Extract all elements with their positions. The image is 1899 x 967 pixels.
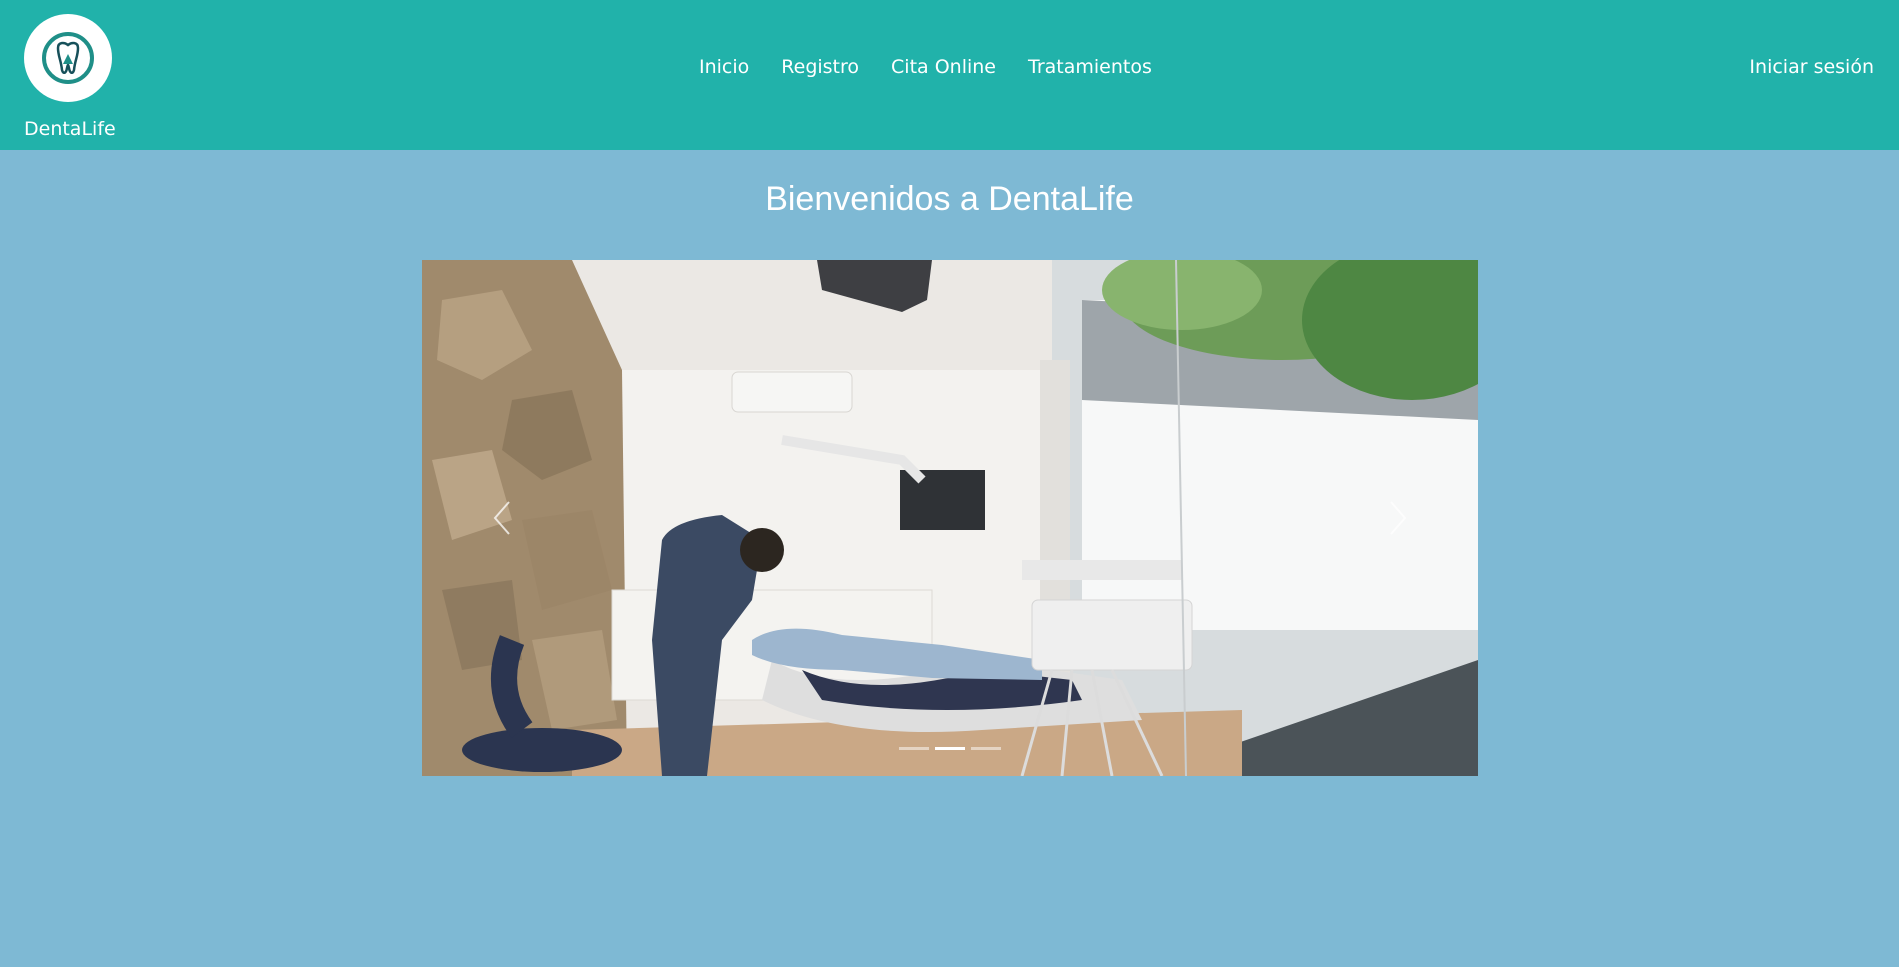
chevron-right-icon — [1390, 501, 1407, 535]
carousel-slide-image — [422, 260, 1478, 776]
nav-item-inicio[interactable]: Inicio — [699, 56, 749, 78]
carousel-indicator-2[interactable] — [935, 747, 965, 750]
carousel-next-button[interactable] — [1368, 478, 1428, 558]
chevron-left-icon — [493, 501, 510, 535]
nav-item-registro[interactable]: Registro — [781, 56, 859, 78]
main-nav: Inicio Registro Cita Online Tratamientos — [699, 56, 1184, 78]
brand-name[interactable]: DentaLife — [24, 118, 118, 140]
tooth-icon[interactable] — [24, 14, 112, 102]
carousel-indicator-1[interactable] — [899, 747, 929, 750]
carousel-prev-button[interactable] — [472, 478, 532, 558]
carousel-indicator-3[interactable] — [971, 747, 1001, 750]
page-title: Bienvenidos a DentaLife — [765, 180, 1134, 218]
login-link[interactable]: Iniciar sesión — [1749, 56, 1874, 78]
nav-item-cita-online[interactable]: Cita Online — [891, 56, 996, 78]
nav-item-tratamientos[interactable]: Tratamientos — [1028, 56, 1152, 78]
top-navbar: DentaLife Inicio Registro Cita Online Tr… — [0, 0, 1899, 150]
image-carousel[interactable] — [422, 260, 1478, 776]
brand[interactable]: DentaLife — [24, 14, 118, 140]
carousel-indicators — [422, 747, 1478, 750]
